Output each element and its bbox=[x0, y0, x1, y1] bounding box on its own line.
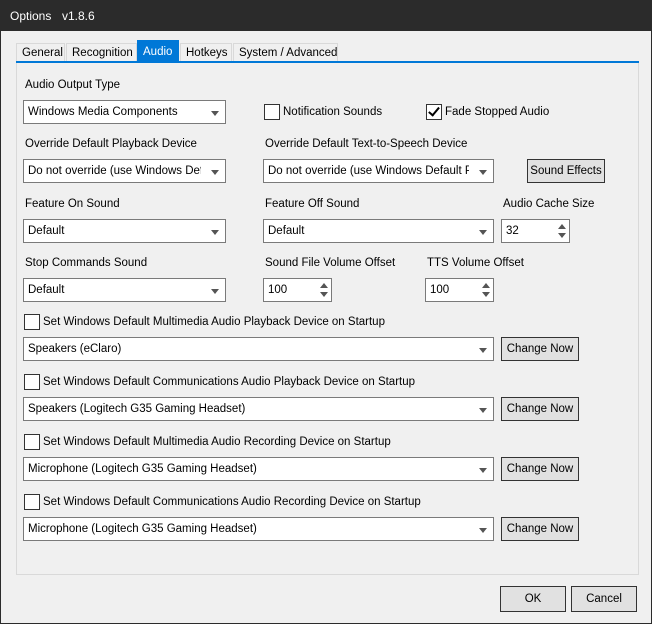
feature-on-sound-select[interactable]: Default bbox=[23, 219, 226, 243]
tab-system-advanced[interactable]: System / Advanced bbox=[233, 43, 338, 62]
chevron-down-icon bbox=[479, 170, 487, 175]
override-playback-label: Override Default Playback Device bbox=[25, 138, 197, 150]
cancel-button[interactable]: Cancel bbox=[571, 586, 637, 612]
communications-recording-device-value: Microphone (Logitech G35 Gaming Headset) bbox=[28, 523, 257, 535]
tts-volume-offset-value: 100 bbox=[430, 284, 450, 296]
spin-down-icon[interactable] bbox=[482, 292, 490, 297]
change-now-button-1[interactable]: Change Now bbox=[501, 337, 579, 361]
multimedia-recording-startup-label: Set Windows Default Multimedia Audio Rec… bbox=[43, 436, 391, 448]
notification-sounds-label: Notification Sounds bbox=[283, 106, 383, 118]
chevron-down-icon bbox=[211, 230, 219, 235]
fade-stopped-audio-label: Fade Stopped Audio bbox=[445, 106, 550, 118]
window-title: Options bbox=[10, 9, 52, 23]
spin-up-icon[interactable] bbox=[320, 283, 328, 288]
audio-panel: Audio Output Type Windows Media Componen… bbox=[16, 63, 639, 575]
multimedia-recording-startup-checkbox[interactable] bbox=[24, 434, 40, 450]
sound-effects-button[interactable]: Sound Effects bbox=[527, 159, 605, 183]
feature-off-sound-value: Default bbox=[268, 225, 305, 237]
communications-recording-device-select[interactable]: Microphone (Logitech G35 Gaming Headset) bbox=[23, 517, 494, 541]
spin-up-icon[interactable] bbox=[482, 283, 490, 288]
multimedia-playback-startup-label: Set Windows Default Multimedia Audio Pla… bbox=[43, 316, 385, 328]
audio-cache-size-input[interactable]: 32 bbox=[501, 219, 570, 243]
multimedia-playback-device-value: Speakers (eClaro) bbox=[28, 343, 122, 355]
audio-output-type-label: Audio Output Type bbox=[25, 79, 121, 91]
communications-playback-startup-checkbox[interactable] bbox=[24, 374, 40, 390]
sound-file-volume-offset-value: 100 bbox=[268, 284, 288, 296]
stop-commands-sound-value: Default bbox=[28, 284, 65, 296]
chevron-down-icon bbox=[479, 528, 487, 533]
change-now-button-4[interactable]: Change Now bbox=[501, 517, 579, 541]
multimedia-playback-startup-checkbox[interactable] bbox=[24, 314, 40, 330]
spin-down-icon[interactable] bbox=[320, 292, 328, 297]
chevron-down-icon bbox=[479, 230, 487, 235]
communications-playback-device-select[interactable]: Speakers (Logitech G35 Gaming Headset) bbox=[23, 397, 494, 421]
override-playback-value: Do not override (use Windows Defa bbox=[28, 165, 201, 177]
feature-on-sound-label: Feature On Sound bbox=[25, 198, 120, 210]
audio-output-type-select[interactable]: Windows Media Components bbox=[23, 100, 226, 124]
title-bar: Options v1.8.6 bbox=[0, 0, 652, 31]
feature-on-sound-value: Default bbox=[28, 225, 65, 237]
notification-sounds-checkbox[interactable] bbox=[264, 104, 280, 120]
sound-file-volume-offset-label: Sound File Volume Offset bbox=[265, 257, 396, 269]
tts-volume-offset-label: TTS Volume Offset bbox=[427, 257, 524, 269]
feature-off-sound-label: Feature Off Sound bbox=[265, 198, 360, 210]
tab-general[interactable]: General bbox=[16, 43, 65, 62]
tab-recognition[interactable]: Recognition bbox=[66, 43, 137, 62]
sound-file-volume-offset-input[interactable]: 100 bbox=[263, 278, 332, 302]
stop-commands-sound-select[interactable]: Default bbox=[23, 278, 226, 302]
version-label: v1.8.6 bbox=[62, 9, 95, 23]
options-window: General Recognition Audio Hotkeys System… bbox=[1, 31, 651, 623]
override-tts-select[interactable]: Do not override (use Windows Default Pl bbox=[263, 159, 494, 183]
multimedia-recording-device-value: Microphone (Logitech G35 Gaming Headset) bbox=[28, 463, 257, 475]
multimedia-playback-device-select[interactable]: Speakers (eClaro) bbox=[23, 337, 494, 361]
communications-recording-startup-checkbox[interactable] bbox=[24, 494, 40, 510]
tab-audio[interactable]: Audio bbox=[137, 40, 179, 62]
feature-off-sound-select[interactable]: Default bbox=[263, 219, 494, 243]
override-playback-select[interactable]: Do not override (use Windows Defa bbox=[23, 159, 226, 183]
change-now-button-2[interactable]: Change Now bbox=[501, 397, 579, 421]
chevron-down-icon bbox=[479, 408, 487, 413]
stop-commands-sound-label: Stop Commands Sound bbox=[25, 257, 148, 269]
chevron-down-icon bbox=[479, 348, 487, 353]
audio-cache-size-label: Audio Cache Size bbox=[503, 198, 595, 210]
override-tts-value: Do not override (use Windows Default Pl bbox=[268, 165, 469, 177]
communications-playback-startup-label: Set Windows Default Communications Audio… bbox=[43, 376, 416, 388]
spin-up-icon[interactable] bbox=[558, 224, 566, 229]
change-now-button-3[interactable]: Change Now bbox=[501, 457, 579, 481]
tts-volume-offset-input[interactable]: 100 bbox=[425, 278, 494, 302]
chevron-down-icon bbox=[211, 289, 219, 294]
fade-stopped-audio-checkbox[interactable] bbox=[426, 104, 442, 120]
communications-playback-device-value: Speakers (Logitech G35 Gaming Headset) bbox=[28, 403, 246, 415]
audio-cache-size-value: 32 bbox=[506, 225, 519, 237]
tab-hotkeys[interactable]: Hotkeys bbox=[180, 43, 232, 62]
chevron-down-icon bbox=[479, 468, 487, 473]
override-tts-label: Override Default Text-to-Speech Device bbox=[265, 138, 468, 150]
chevron-down-icon bbox=[211, 111, 219, 116]
communications-recording-startup-label: Set Windows Default Communications Audio… bbox=[43, 496, 421, 508]
checkmark-icon bbox=[428, 104, 440, 117]
chevron-down-icon bbox=[211, 170, 219, 175]
spin-down-icon[interactable] bbox=[558, 233, 566, 238]
audio-output-type-value: Windows Media Components bbox=[28, 106, 178, 118]
multimedia-recording-device-select[interactable]: Microphone (Logitech G35 Gaming Headset) bbox=[23, 457, 494, 481]
ok-button[interactable]: OK bbox=[500, 586, 566, 612]
